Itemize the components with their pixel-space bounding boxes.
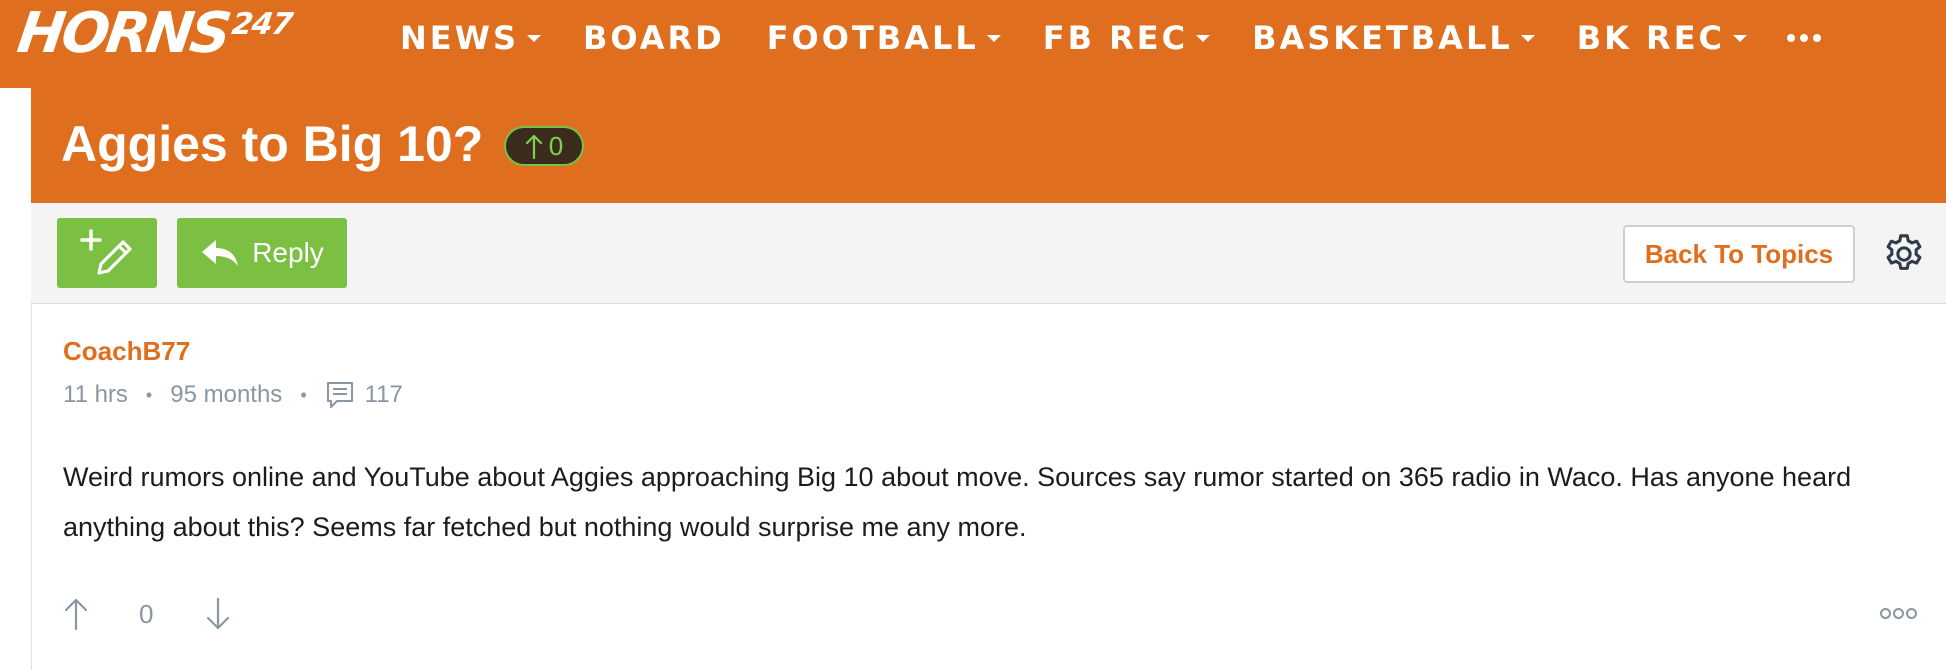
- meta-separator: •: [300, 384, 307, 405]
- reply-button[interactable]: Reply: [177, 218, 347, 288]
- comment-icon: [326, 382, 353, 408]
- nav-news[interactable]: NEWS: [400, 19, 541, 57]
- caret-down-icon: [986, 34, 1001, 42]
- meta-separator: •: [145, 384, 153, 405]
- post: CoachB77 11 hrs • 95 months • 117 Weird …: [31, 304, 1946, 670]
- thread-toolbar: Reply Back To Topics: [31, 203, 1946, 304]
- downvote-arrow-icon[interactable]: [205, 597, 231, 631]
- caret-down-icon: [1733, 34, 1748, 42]
- post-body: Weird rumors online and YouTube about Ag…: [63, 462, 1852, 542]
- nav-bk-rec[interactable]: BK REC: [1576, 19, 1748, 57]
- nav-bk-rec-label: BK REC: [1576, 19, 1726, 57]
- member-tenure: 95 months: [170, 381, 283, 408]
- left-gutter: [0, 88, 31, 670]
- post-time: 11 hrs: [63, 381, 128, 408]
- nav-board-label: BOARD: [582, 19, 725, 57]
- nav-fb-rec[interactable]: FB REC: [1042, 19, 1211, 57]
- new-post-button[interactable]: [57, 218, 157, 288]
- nav-football[interactable]: FOOTBALL: [767, 19, 1001, 57]
- post-vote-controls: 0: [63, 594, 231, 634]
- new-post-pencil-icon: [80, 229, 132, 275]
- main-nav: NEWS BOARD FOOTBALL FB REC BASKETBALL BK…: [400, 0, 1822, 76]
- caret-down-icon: [526, 34, 541, 42]
- logo-number: 247: [229, 7, 294, 42]
- nav-board[interactable]: BOARD: [583, 19, 725, 57]
- gear-icon[interactable]: [1881, 231, 1927, 277]
- post-options-icon[interactable]: [1880, 608, 1917, 619]
- back-to-topics-button[interactable]: Back To Topics: [1623, 225, 1855, 283]
- arrow-up-icon: [525, 134, 542, 159]
- nav-football-label: FOOTBALL: [766, 19, 979, 57]
- post-count-link[interactable]: 117: [325, 380, 403, 410]
- reply-label: Reply: [252, 237, 324, 268]
- caret-down-icon: [1196, 34, 1211, 42]
- post-author[interactable]: CoachB77: [63, 336, 190, 367]
- reply-arrow-icon: [202, 240, 239, 266]
- nav-fb-rec-label: FB REC: [1042, 19, 1189, 57]
- post-count: 117: [364, 381, 403, 408]
- upvote-arrow-icon[interactable]: [63, 597, 89, 631]
- top-navbar: HORNS 247 NEWS BOARD FOOTBALL FB REC BAS…: [0, 0, 1946, 88]
- nav-basketball-label: BASKETBALL: [1252, 19, 1513, 57]
- thread-upvote-badge[interactable]: 0: [504, 126, 584, 166]
- nav-news-label: NEWS: [400, 19, 519, 57]
- site-logo[interactable]: HORNS 247: [14, 1, 294, 66]
- post-score: 0: [139, 598, 154, 629]
- thread-header: Aggies to Big 10? 0: [31, 88, 1946, 203]
- thread-title: Aggies to Big 10?: [61, 116, 484, 172]
- thread-upvote-count: 0: [548, 130, 564, 161]
- ellipsis-icon[interactable]: [1787, 34, 1822, 42]
- post-meta: 11 hrs • 95 months • 117: [63, 380, 403, 410]
- logo-word: HORNS: [13, 1, 233, 66]
- caret-down-icon: [1520, 34, 1535, 42]
- nav-basketball[interactable]: BASKETBALL: [1252, 19, 1535, 57]
